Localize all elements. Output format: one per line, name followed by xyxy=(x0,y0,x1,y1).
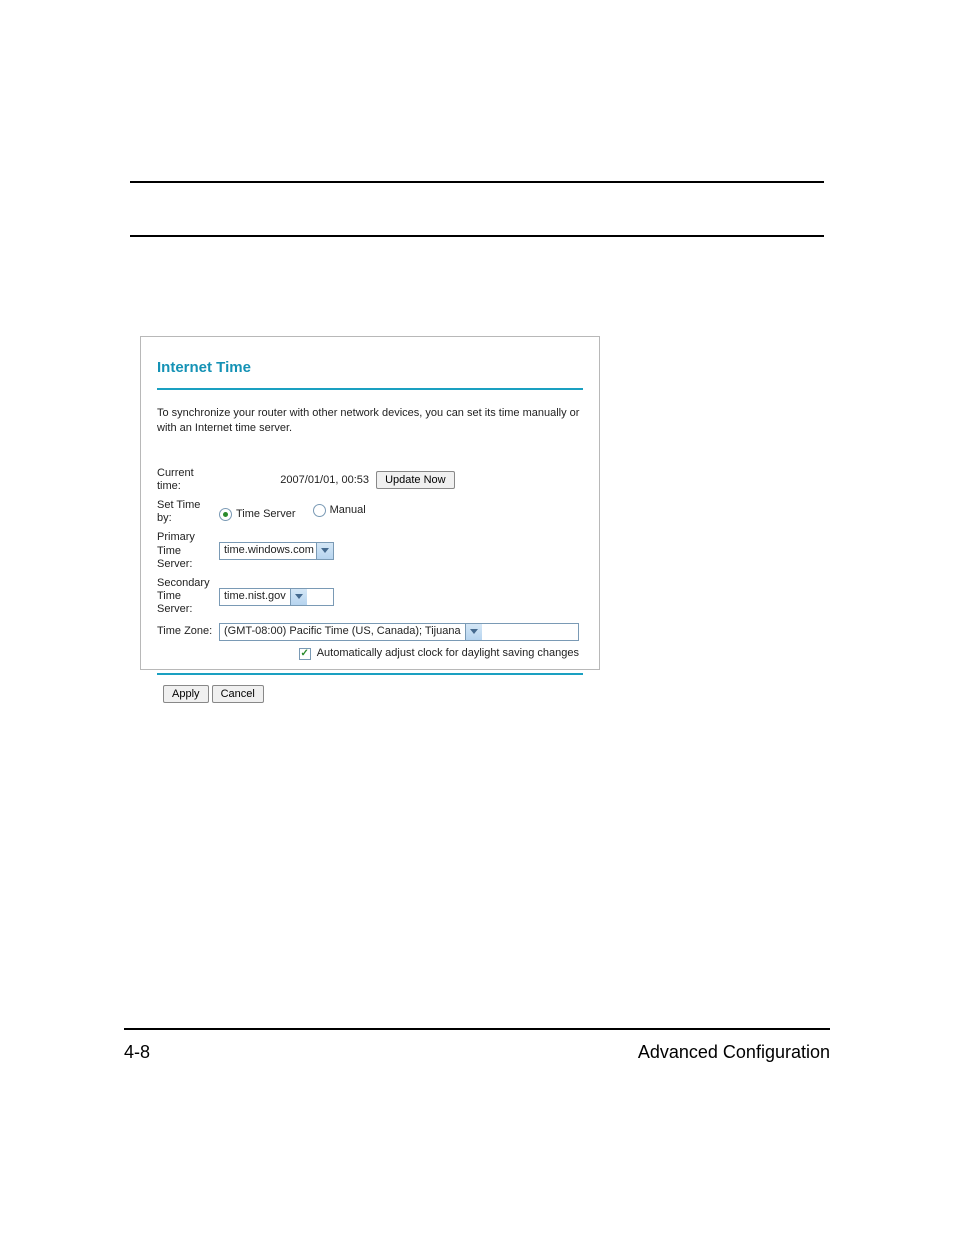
checkbox-icon xyxy=(299,648,311,660)
update-now-button[interactable]: Update Now xyxy=(376,471,455,489)
cancel-button[interactable]: Cancel xyxy=(212,685,264,703)
footer-title: Advanced Configuration xyxy=(638,1042,830,1063)
time-zone-select[interactable]: (GMT-08:00) Pacific Time (US, Canada); T… xyxy=(219,623,579,641)
internet-time-panel: Internet Time To synchronize your router… xyxy=(140,336,600,670)
set-time-by-label: Set Time by: xyxy=(157,496,219,528)
current-time-label: Current time: xyxy=(157,464,219,496)
radio-manual[interactable]: Manual xyxy=(313,504,366,517)
panel-description: To synchronize your router with other ne… xyxy=(157,406,583,436)
apply-button[interactable]: Apply xyxy=(163,685,209,703)
page-number: 4-8 xyxy=(124,1042,150,1063)
radio-label: Manual xyxy=(330,504,366,517)
current-time-value: 2007/01/01, 00:53 xyxy=(219,474,373,487)
time-zone-label: Time Zone: xyxy=(157,620,219,644)
select-value: (GMT-08:00) Pacific Time (US, Canada); T… xyxy=(220,624,465,640)
primary-server-label: Primary Time Server: xyxy=(157,528,219,574)
secondary-server-label: Secondary Time Server: xyxy=(157,574,219,620)
panel-title: Internet Time xyxy=(157,359,583,376)
chevron-down-icon xyxy=(316,543,333,559)
dst-checkbox[interactable]: Automatically adjust clock for daylight … xyxy=(299,647,579,660)
divider xyxy=(157,673,583,675)
bottom-rule xyxy=(124,1028,830,1030)
chevron-down-icon xyxy=(290,589,307,605)
radio-time-server[interactable]: Time Server xyxy=(219,508,296,521)
radio-label: Time Server xyxy=(236,508,296,521)
checkbox-label: Automatically adjust clock for daylight … xyxy=(317,647,579,660)
top-rule xyxy=(130,181,824,183)
document-page: Internet Time To synchronize your router… xyxy=(0,0,954,1235)
select-value: time.windows.com xyxy=(220,543,316,559)
divider xyxy=(157,388,583,390)
action-row: Apply Cancel xyxy=(157,685,583,703)
secondary-server-select[interactable]: time.nist.gov xyxy=(219,588,334,606)
primary-server-select[interactable]: time.windows.com xyxy=(219,542,334,560)
select-value: time.nist.gov xyxy=(220,589,290,605)
radio-icon xyxy=(313,504,326,517)
settings-form: Current time: 2007/01/01, 00:53 Update N… xyxy=(157,464,583,663)
top-rule-2 xyxy=(130,235,824,237)
radio-icon xyxy=(219,508,232,521)
chevron-down-icon xyxy=(465,624,482,640)
